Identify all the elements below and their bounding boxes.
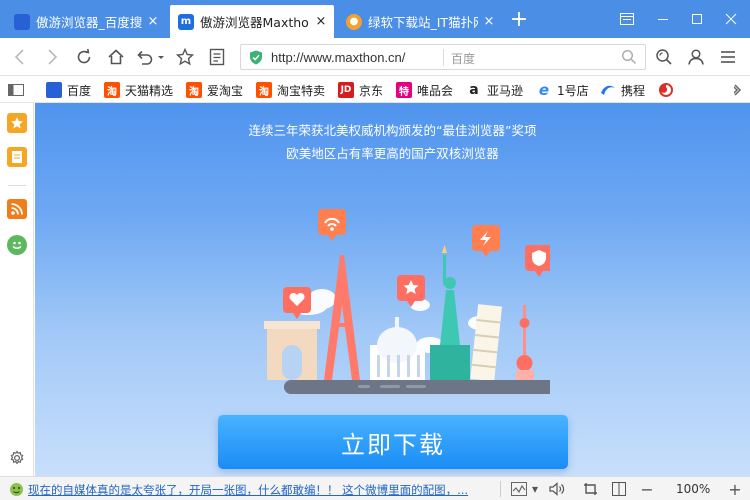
forward-button[interactable] xyxy=(40,46,64,68)
secure-shield-icon xyxy=(250,50,262,65)
minimize-button[interactable] xyxy=(648,6,678,32)
hero-heading-cutoff xyxy=(165,103,625,105)
screenshot-icon[interactable] xyxy=(582,481,600,497)
statusbar-divider xyxy=(500,481,501,497)
wifi-bubble-icon xyxy=(318,209,346,241)
download-button[interactable]: 立即下载 xyxy=(218,415,568,469)
bolt-bubble-icon xyxy=(472,225,500,257)
bookmark-baidu[interactable]: 🐾 百度 xyxy=(46,81,91,99)
rss-icon[interactable] xyxy=(7,199,27,219)
capitol-building xyxy=(370,317,425,380)
bookmark-aitaobao[interactable]: 淘 爱淘宝 xyxy=(186,81,243,99)
bookmark-ctrip[interactable]: 携程 xyxy=(600,81,645,99)
menu-button[interactable] xyxy=(716,46,740,68)
bookmark-vip[interactable]: 特 唯品会 xyxy=(396,81,453,99)
sidebar-divider xyxy=(8,185,26,186)
tab-title: 傲游浏览器Maxthon xyxy=(200,15,310,30)
page-content: 连续三年荣获北美权威机构颁发的“最佳浏览器”奖项 欧美地区占有率更高的国产双核浏… xyxy=(35,103,750,476)
bookmark-yhd[interactable]: e 1号店 xyxy=(536,81,589,99)
account-button[interactable] xyxy=(684,46,708,68)
bookmark-amazon[interactable]: a 亚马逊 xyxy=(466,81,523,99)
close-window-button[interactable] xyxy=(716,6,746,32)
tab-bar: 🐾 傲游浏览器_百度搜索 × m 傲游浏览器Maxthon × ● 绿软下载站_… xyxy=(0,0,750,38)
settings-gear-icon[interactable] xyxy=(7,448,27,468)
baidu-paw-icon: 🐾 xyxy=(14,13,30,30)
jd-icon: JD xyxy=(338,82,354,98)
activity-dropdown-icon[interactable]: ▾ xyxy=(530,481,540,497)
zoom-in-icon[interactable]: + xyxy=(728,480,742,499)
search-icon[interactable] xyxy=(621,49,637,65)
bookmark-label: 亚马逊 xyxy=(487,83,524,98)
news-emoji-icon xyxy=(8,481,24,497)
vip-icon: 特 xyxy=(396,82,412,98)
bookmark-jd[interactable]: JD 京东 xyxy=(338,81,383,99)
maxthon-logo-icon: m xyxy=(178,13,194,30)
taobao-icon: 淘 xyxy=(104,82,120,98)
statue-of-liberty xyxy=(430,245,470,380)
landmarks-illustration xyxy=(264,209,550,394)
eiffel-tower xyxy=(324,255,360,380)
bookmark-swirl-icon[interactable] xyxy=(658,81,679,99)
search-engine-label[interactable]: 百度 xyxy=(451,50,475,67)
hero-tagline-2: 欧美地区占有率更高的国产双核浏览器 xyxy=(286,146,499,161)
new-tab-button[interactable]: + xyxy=(508,9,530,32)
amazon-icon: a xyxy=(466,82,482,98)
itmop-logo-icon: ● xyxy=(346,13,362,30)
bookmark-label: 携程 xyxy=(621,83,646,98)
smiley-icon[interactable] xyxy=(7,235,27,255)
close-tab-icon[interactable]: × xyxy=(482,14,496,29)
undo-close-button[interactable] xyxy=(134,46,166,68)
maximize-button[interactable] xyxy=(682,6,712,32)
tab-baidu-search[interactable]: 🐾 傲游浏览器_百度搜索 × xyxy=(6,5,166,38)
shield-bubble-icon xyxy=(525,245,550,277)
bookmark-tmall[interactable]: 淘 天猫精选 xyxy=(104,81,173,99)
tab-title: 傲游浏览器_百度搜索 xyxy=(36,15,142,30)
volume-icon[interactable] xyxy=(548,481,566,497)
zoom-level[interactable]: 100% xyxy=(676,482,710,496)
bookmark-taobao-sale[interactable]: 淘 淘宝特卖 xyxy=(256,81,325,99)
baidu-paw-icon: 🐾 xyxy=(46,82,62,98)
zoom-out-icon[interactable]: − xyxy=(640,480,654,499)
close-tab-icon[interactable]: × xyxy=(146,14,160,29)
notes-button[interactable] xyxy=(205,46,229,68)
navigation-bar: http://www.maxthon.cn/ 百度 xyxy=(0,38,750,76)
notes-icon[interactable] xyxy=(7,147,27,167)
sidebar xyxy=(0,103,34,476)
bookmark-bar: 🐾 百度 淘 天猫精选 淘 爱淘宝 淘 淘宝特卖 JD 京东 特 唯品会 a 亚… xyxy=(0,76,750,103)
url-text[interactable]: http://www.maxthon.cn/ xyxy=(271,50,405,65)
tab-maxthon[interactable]: m 傲游浏览器Maxthon × xyxy=(170,5,334,38)
tab-title: 绿软下载站_IT猫扑网 xyxy=(368,15,478,30)
leaning-tower xyxy=(470,304,503,382)
address-bar[interactable]: http://www.maxthon.cn/ 百度 xyxy=(240,44,646,70)
home-button[interactable] xyxy=(104,46,128,68)
favorites-star-icon[interactable] xyxy=(7,113,27,133)
activity-icon[interactable] xyxy=(508,481,530,497)
favorite-star-button[interactable] xyxy=(173,46,197,68)
ctrip-icon xyxy=(600,82,616,98)
tab-itmop[interactable]: ● 绿软下载站_IT猫扑网 × xyxy=(338,5,502,38)
taobao-icon: 淘 xyxy=(186,82,202,98)
close-tab-icon[interactable]: × xyxy=(314,14,328,29)
taobao-icon: 淘 xyxy=(256,82,272,98)
hero-tagline-1: 连续三年荣获北美权威机构颁发的“最佳浏览器”奖项 xyxy=(248,123,537,138)
bookmark-overflow-icon[interactable] xyxy=(734,81,742,99)
status-bar: 现在的自媒体真的是太夸张了，开局一张图，什么都敢编！！ 这个微博里面的配图，..… xyxy=(0,476,750,500)
bookmark-label: 爱淘宝 xyxy=(207,83,244,98)
split-screen-icon[interactable] xyxy=(610,481,628,497)
back-button[interactable] xyxy=(8,46,32,68)
bookmark-label: 淘宝特卖 xyxy=(277,83,326,98)
bookmark-label: 天猫精选 xyxy=(125,83,174,98)
smart-search-button[interactable] xyxy=(652,46,676,68)
news-ticker-link[interactable]: 现在的自媒体真的是太夸张了，开局一张图，什么都敢编！！ 这个微博里面的配图，..… xyxy=(28,482,490,498)
address-divider xyxy=(443,49,444,66)
sidebar-toggle-icon[interactable] xyxy=(8,81,24,99)
bookmark-label: 百度 xyxy=(67,83,92,98)
ie-e-icon: e xyxy=(536,81,552,99)
bookmark-label: 唯品会 xyxy=(417,83,454,98)
bookmark-label: 京东 xyxy=(359,83,384,98)
refresh-button[interactable] xyxy=(72,46,96,68)
pearl-tower xyxy=(516,305,534,380)
tab-list-icon[interactable] xyxy=(612,6,642,32)
bookmark-label: 1号店 xyxy=(557,83,589,98)
